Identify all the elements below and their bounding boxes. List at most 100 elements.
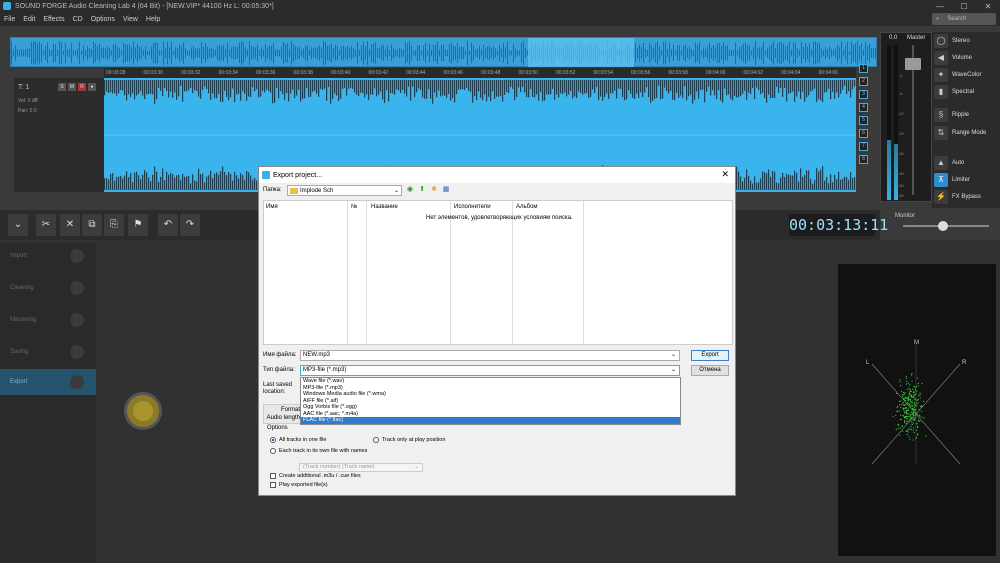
ruler-tick: 00:03:44 xyxy=(406,70,426,76)
menu-file[interactable]: File xyxy=(0,16,19,23)
time-ruler[interactable]: 00:03:28 00:03:30 00:03:32 00:03:34 00:03:36… xyxy=(104,68,856,78)
side-button-4[interactable]: 4 xyxy=(859,103,868,112)
cancel-button[interactable]: Отмена xyxy=(691,365,729,376)
monitor-label: Monitor xyxy=(895,213,916,219)
master-fader[interactable] xyxy=(905,58,921,70)
radio-each-track[interactable]: Each track in its own file with names xyxy=(270,448,367,454)
up-folder-icon[interactable]: ⬆ xyxy=(417,185,427,195)
audio-length-label: Audio length xyxy=(266,415,300,421)
redo-icon[interactable]: ↷ xyxy=(180,214,200,236)
nav-mastering[interactable]: Mastering xyxy=(0,307,96,333)
knob-control[interactable] xyxy=(124,392,162,430)
record-button[interactable]: R xyxy=(78,83,86,91)
folder-icon xyxy=(290,187,298,194)
fx-stereo[interactable]: ◯ Stereo xyxy=(934,34,970,48)
filename-input[interactable]: NEW.mp3 ⌄ xyxy=(300,350,680,361)
col-number[interactable]: № xyxy=(351,204,357,210)
filetype-select[interactable]: MP3-file (*.mp3) ⌄ xyxy=(300,365,680,376)
minimize-button[interactable]: — xyxy=(928,2,952,11)
track-header: T: 1 S M R ● Vol: 0 dB Pan: 0.0 xyxy=(14,78,104,192)
solo-button[interactable]: S xyxy=(58,83,66,91)
file-list[interactable]: Имя № Название Исполнители Альбом Нет эл… xyxy=(263,200,733,345)
paste-icon[interactable]: ⎘ xyxy=(104,214,124,236)
fx-volume[interactable]: ◀ Volume xyxy=(934,51,972,65)
undo-icon[interactable]: ↶ xyxy=(158,214,178,236)
title-bar: SOUND FORGE Audio Cleaning Lab 4 (64 Bit… xyxy=(0,0,1000,12)
overview-waveform[interactable] xyxy=(10,37,877,67)
scale-label: -40 xyxy=(898,171,904,176)
checkbox-m3u[interactable]: Create additional .m3u / .cue files xyxy=(270,473,361,479)
nav-import[interactable]: Import xyxy=(0,243,96,269)
back-icon[interactable]: ◉ xyxy=(405,185,415,195)
chevron-down-icon[interactable]: ⌄ xyxy=(671,351,676,360)
range-mode-icon: ⇅ xyxy=(934,126,948,140)
copy-icon[interactable]: ⧉ xyxy=(82,214,102,236)
master-label: Master xyxy=(907,35,926,41)
fx-auto[interactable]: ▲ Auto xyxy=(934,156,964,170)
radio-play-position[interactable]: Track only at play position xyxy=(373,437,445,443)
fx-panel: ◯ Stereo ◀ Volume ✦ WaveColor ▮ Spectral § Ri… xyxy=(932,32,1000,208)
scissors-icon[interactable]: ✂ xyxy=(36,214,56,236)
track-fx-button[interactable]: ● xyxy=(88,83,96,91)
scale-label: -50 xyxy=(898,183,904,188)
folder-select[interactable]: Implode Sch ⌄ xyxy=(287,185,402,196)
checkbox-play-exported[interactable]: Play exported file(s) xyxy=(270,482,328,488)
chevron-down-icon: ⌄ xyxy=(393,188,399,194)
mute-button[interactable]: M xyxy=(68,83,76,91)
menu-edit[interactable]: Edit xyxy=(19,16,39,23)
menu-view[interactable]: View xyxy=(119,16,142,23)
side-button-3[interactable]: 3 xyxy=(859,90,868,99)
side-button-1[interactable]: 1 xyxy=(859,64,868,73)
col-name[interactable]: Имя xyxy=(266,204,278,210)
menu-effects[interactable]: Effects xyxy=(39,16,68,23)
checkbox-icon xyxy=(270,473,276,479)
view-menu-icon[interactable]: ▦ xyxy=(441,185,451,195)
fx-limiter[interactable]: ⊼ Limiter xyxy=(934,173,970,187)
nav-saving[interactable]: Saving xyxy=(0,339,96,365)
overview-selection[interactable] xyxy=(528,38,634,67)
col-title[interactable]: Название xyxy=(371,204,398,210)
track-name-template[interactable]: (Track number) (Track name) ⌄ xyxy=(299,463,423,472)
nav-export[interactable]: Export xyxy=(0,369,96,395)
close-window-button[interactable]: ✕ xyxy=(976,2,1000,11)
nav-cleaning[interactable]: Cleaning xyxy=(0,275,96,301)
scale-label: -6 xyxy=(899,91,903,96)
ruler-tick: 00:03:58 xyxy=(668,70,688,76)
volume-slider[interactable]: Vol: 0 dB xyxy=(18,98,102,104)
col-album[interactable]: Альбом xyxy=(516,204,538,210)
side-button-6[interactable]: 6 xyxy=(859,129,868,138)
monitor-slider[interactable]: Monitor xyxy=(895,213,995,235)
ruler-tick: 00:03:36 xyxy=(256,70,276,76)
side-button-7[interactable]: 7 xyxy=(859,142,868,151)
fx-spectral[interactable]: ▮ Spectral xyxy=(934,85,974,99)
dialog-close-icon[interactable]: ✕ xyxy=(721,169,729,180)
side-button-8[interactable]: 8 xyxy=(859,155,868,164)
marker-icon[interactable]: ⚑ xyxy=(128,214,148,236)
side-button-5[interactable]: 5 xyxy=(859,116,868,125)
side-button-2[interactable]: 2 xyxy=(859,77,868,86)
fx-wavecolor[interactable]: ✦ WaveColor xyxy=(934,68,981,82)
new-folder-icon[interactable]: ✱ xyxy=(429,185,439,195)
checkbox-icon xyxy=(270,482,276,488)
menu-help[interactable]: Help xyxy=(142,16,164,23)
ruler-tick: 00:03:40 xyxy=(331,70,351,76)
menu-options[interactable]: Options xyxy=(87,16,119,23)
monitor-knob[interactable] xyxy=(938,221,948,231)
export-button[interactable]: Export xyxy=(691,350,729,361)
filetype-dropdown: Wave file (*.wav) MP3-file (*.mp3) Windo… xyxy=(300,377,681,425)
pan-slider[interactable]: Pan: 0.0 xyxy=(18,108,102,114)
ruler-tick: 00:03:38 xyxy=(293,70,313,76)
radio-all-tracks[interactable]: All tracks in one file xyxy=(270,437,326,443)
scope-label-l: L xyxy=(866,360,870,366)
filetype-option-flac[interactable]: FLAC file (*.flac) xyxy=(301,417,680,424)
menu-cd[interactable]: CD xyxy=(69,16,87,23)
fx-ripple[interactable]: § Ripple xyxy=(934,108,969,122)
col-artist[interactable]: Исполнители xyxy=(454,204,491,210)
maximize-button[interactable]: ☐ xyxy=(952,2,976,11)
collapse-icon[interactable]: ⌄ xyxy=(8,214,28,236)
fx-bypass[interactable]: ⚡ FX Bypass xyxy=(934,190,981,204)
delete-icon[interactable]: ✕ xyxy=(60,214,80,236)
fx-range-mode[interactable]: ⇅ Range Mode xyxy=(934,126,986,140)
ruler-tick: 00:03:52 xyxy=(556,70,576,76)
search-box[interactable]: ⌕ Search xyxy=(932,13,996,25)
